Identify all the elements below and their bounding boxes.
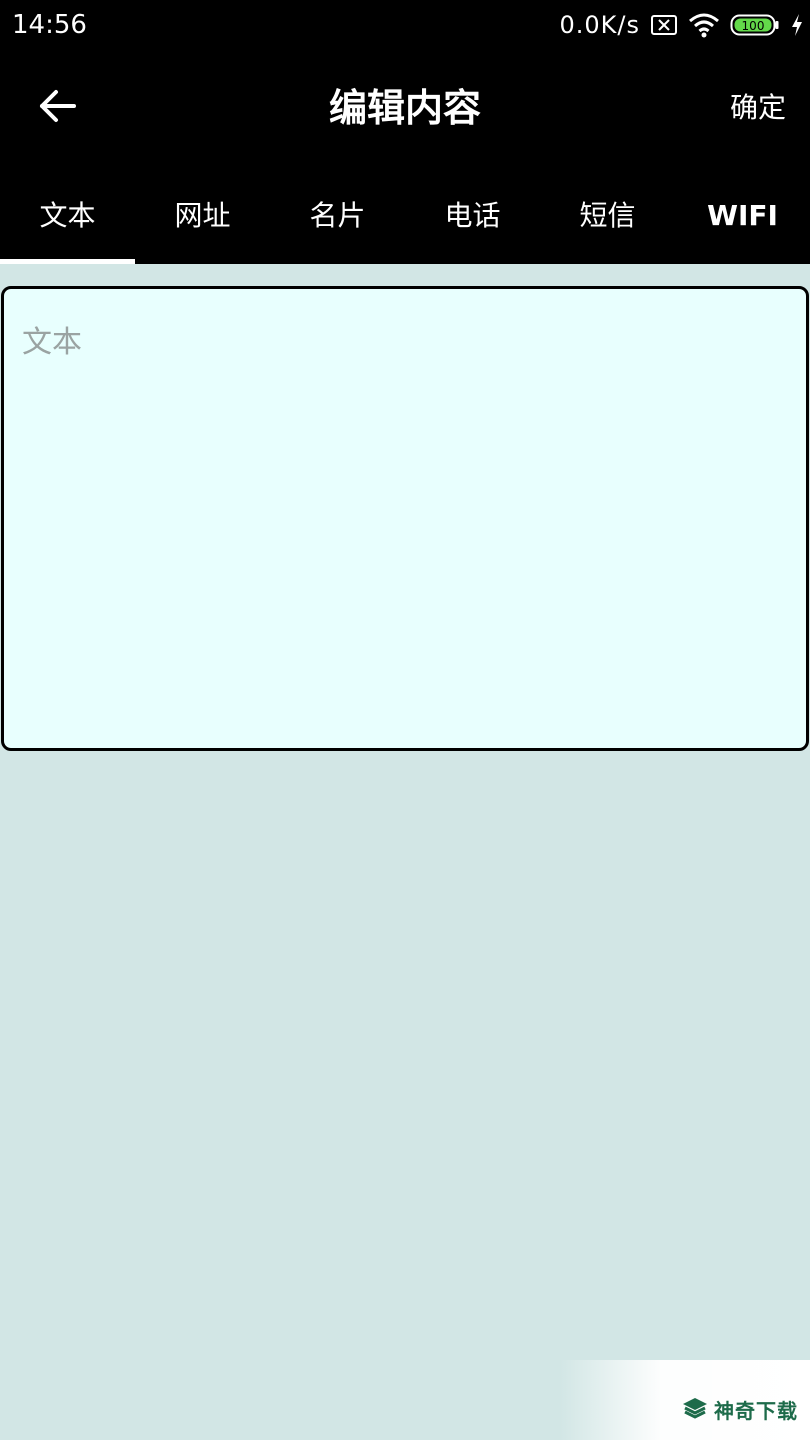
content-input[interactable] (4, 289, 806, 748)
confirm-button[interactable]: 确定 (730, 88, 786, 128)
tab-label: 电话 (444, 199, 501, 232)
tab-phone[interactable]: 电话 (405, 164, 540, 264)
battery-icon: 100 (730, 14, 780, 36)
wifi-icon (688, 12, 720, 38)
tab-bar: 文本 网址 名片 电话 短信 WIFI (0, 164, 810, 264)
tab-business-card[interactable]: 名片 (270, 164, 405, 264)
app-bar: 编辑内容 确定 (0, 50, 810, 164)
logo-icon (682, 1397, 708, 1423)
network-speed: 0.0K/s (559, 11, 640, 39)
tab-text[interactable]: 文本 (0, 164, 135, 264)
tab-label: WIFI (707, 199, 778, 232)
tab-label: 名片 (309, 199, 366, 232)
tab-label: 网址 (174, 199, 231, 232)
tab-label: 短信 (579, 199, 636, 232)
svg-text:100: 100 (742, 19, 765, 33)
content-box (1, 286, 809, 751)
status-icons: 0.0K/s 100 (560, 8, 805, 42)
page-title: 编辑内容 (328, 86, 481, 130)
status-bar: 14:56 0.0K/s 100 (0, 0, 810, 50)
watermark: 神奇下载 (560, 1360, 810, 1440)
charging-icon (790, 13, 804, 37)
tab-indicator (0, 259, 135, 264)
watermark-mark: 神奇下载 (682, 1395, 798, 1424)
status-time: 14:56 (12, 10, 87, 40)
watermark-text: 神奇下载 (714, 1399, 798, 1423)
sim-off-icon (650, 14, 678, 36)
tab-url[interactable]: 网址 (135, 164, 270, 264)
tab-wifi[interactable]: WIFI (675, 164, 810, 264)
tab-sms[interactable]: 短信 (540, 164, 675, 264)
tab-label: 文本 (39, 199, 96, 232)
